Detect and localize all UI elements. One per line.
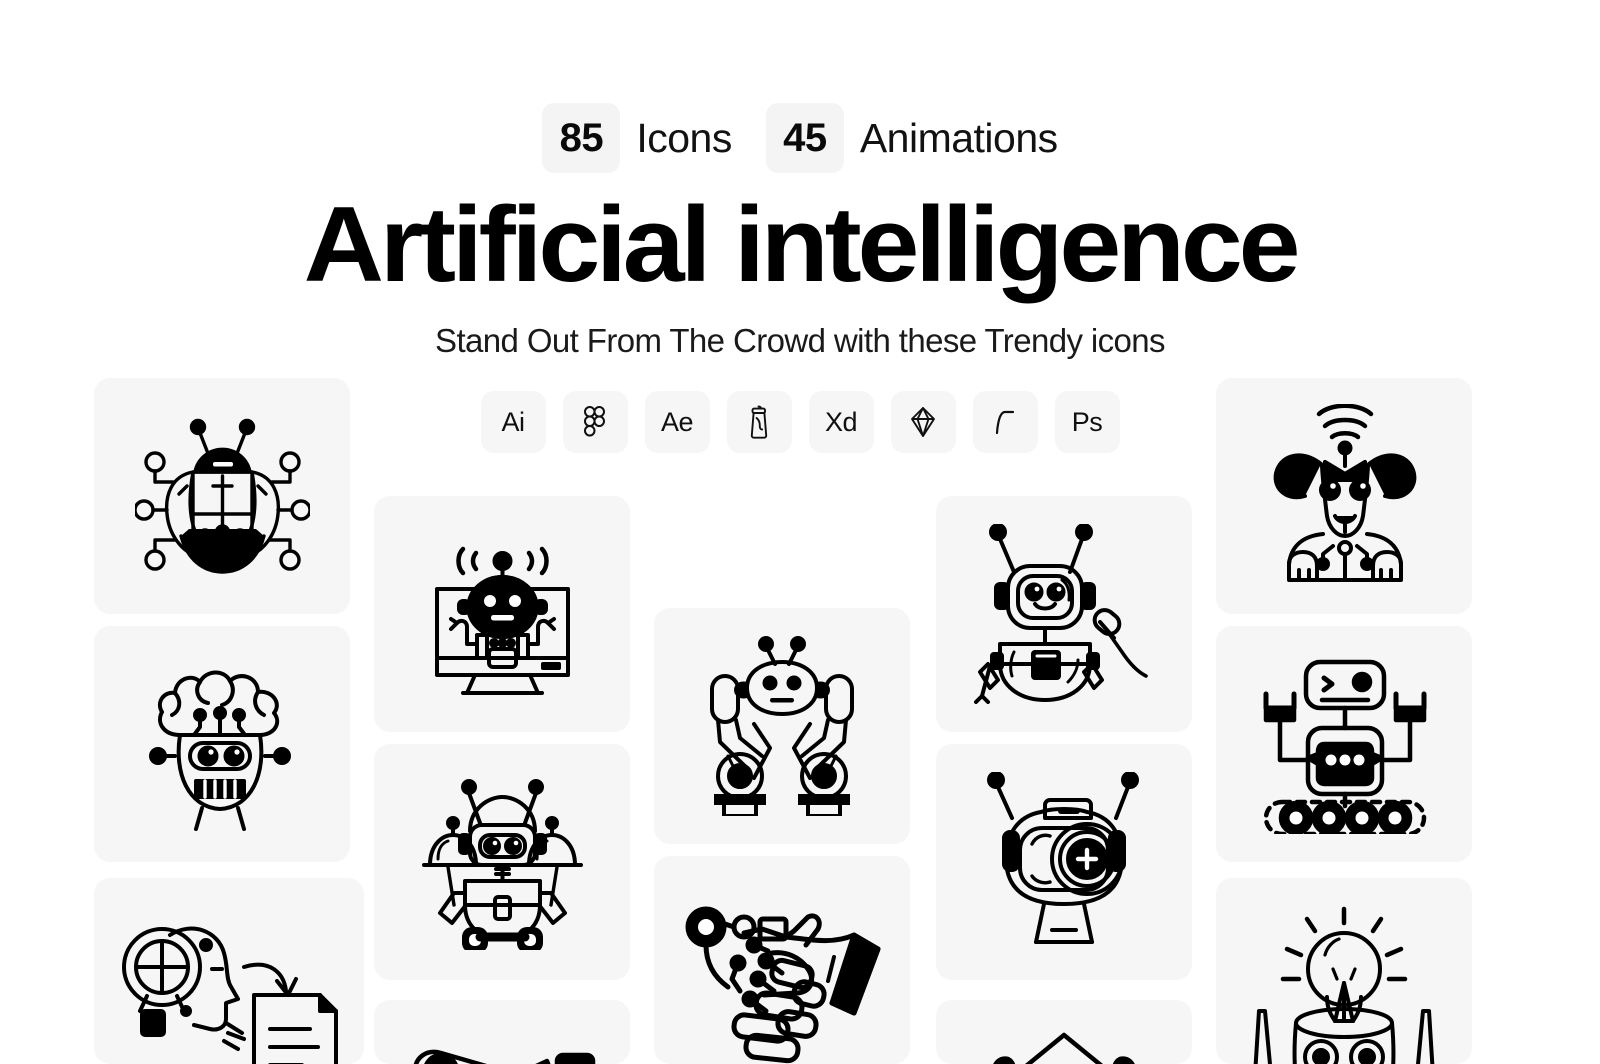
ai-bug-icon-tile[interactable] xyxy=(94,378,350,614)
robot-idea-icon-tile[interactable] xyxy=(1216,878,1472,1064)
robot-brain-icon xyxy=(149,670,291,831)
format-badge-photoshop[interactable]: Ps xyxy=(1054,391,1120,453)
format-badge-easing-curve[interactable] xyxy=(972,391,1038,453)
format-badge-adobe-xd[interactable]: Xd xyxy=(808,391,874,453)
robot-camera-icon-tile[interactable] xyxy=(936,744,1192,980)
stat-icons: 85 Icons xyxy=(542,103,732,173)
animations-label: Animations xyxy=(859,114,1058,161)
speech-recognition-icon-tile[interactable] xyxy=(94,878,364,1064)
photoshop-label: Ps xyxy=(1071,406,1103,437)
page-title: Artificial intelligence xyxy=(303,184,1301,304)
sketch-diamond-icon xyxy=(906,405,940,439)
robot-dog-icon xyxy=(1273,403,1416,582)
service-robot-icon xyxy=(421,778,583,950)
icon-pack-preview-page: 85 Icons 45 Animations Artificial intell… xyxy=(0,0,1600,1064)
smart-home-robot-icon xyxy=(993,1032,1135,1064)
human-robot-handshake-icon-tile[interactable] xyxy=(654,856,910,1064)
stat-animations: 45 Animations xyxy=(765,103,1058,173)
format-badge-after-effects[interactable]: Ae xyxy=(644,391,710,453)
illustrator-label: Ai xyxy=(501,406,525,437)
robot-device-icon xyxy=(413,1049,596,1064)
lottie-jar-icon xyxy=(746,404,772,440)
robot-monitor-icon xyxy=(434,546,570,695)
robot-microphone-icon xyxy=(974,524,1148,704)
robot-microphone-icon-tile[interactable] xyxy=(936,496,1192,732)
service-robot-icon-tile[interactable] xyxy=(374,744,630,980)
format-badge-illustrator[interactable]: Ai xyxy=(480,391,546,453)
smart-home-robot-icon-tile[interactable] xyxy=(936,1000,1192,1064)
icons-count: 85 xyxy=(542,103,621,173)
figma-icon xyxy=(583,405,607,439)
format-badge-figma[interactable] xyxy=(562,391,628,453)
robot-device-icon-tile[interactable] xyxy=(374,1000,630,1064)
adobe-xd-label: Xd xyxy=(824,406,858,437)
format-badge-sketch[interactable] xyxy=(890,391,956,453)
human-robot-handshake-icon xyxy=(685,906,881,1064)
animations-count: 45 xyxy=(765,103,844,173)
robot-arms-icon-tile[interactable] xyxy=(654,608,910,844)
page-subtitle: Stand Out From The Crowd with these Tren… xyxy=(435,322,1166,359)
robot-camera-icon xyxy=(987,772,1139,944)
robot-dog-icon-tile[interactable] xyxy=(1216,378,1472,614)
tracked-robot-icon xyxy=(1263,659,1426,834)
speech-recognition-icon xyxy=(122,926,338,1064)
ai-bug-icon xyxy=(134,418,310,574)
tracked-robot-icon-tile[interactable] xyxy=(1216,626,1472,862)
robot-arms-icon xyxy=(710,636,854,816)
icons-label: Icons xyxy=(636,114,732,161)
robot-idea-icon xyxy=(1253,906,1435,1064)
robot-monitor-icon-tile[interactable] xyxy=(374,496,630,732)
after-effects-label: Ae xyxy=(660,406,694,437)
easing-curve-icon xyxy=(992,405,1018,439)
robot-brain-icon-tile[interactable] xyxy=(94,626,350,862)
stats-row: 85 Icons 45 Animations xyxy=(0,103,1600,173)
format-badge-lottie[interactable] xyxy=(726,391,792,453)
